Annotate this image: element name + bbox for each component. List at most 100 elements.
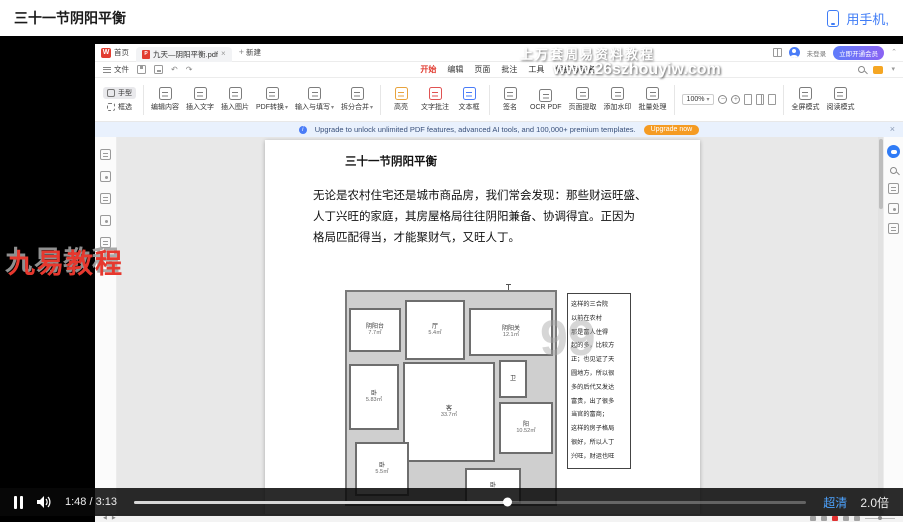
menu-tools[interactable]: 工具	[528, 64, 544, 75]
single-page-icon[interactable]	[744, 94, 752, 105]
text-comment-button[interactable]: 文字批注	[421, 87, 449, 112]
pause-button[interactable]	[14, 496, 23, 509]
app-logo-icon: W	[101, 48, 111, 58]
login-status-label[interactable]: 未登录	[807, 48, 827, 58]
attachments-icon[interactable]	[100, 215, 111, 226]
tab-close-icon[interactable]: ×	[221, 50, 226, 58]
view-mode-icon[interactable]	[810, 516, 816, 521]
textbox-button[interactable]: 文本框	[456, 87, 482, 112]
batch-process-icon	[646, 87, 659, 100]
fill-sign-icon	[308, 87, 321, 100]
split-merge-icon	[351, 87, 364, 100]
watch-on-phone[interactable]: 用手机,	[827, 9, 889, 28]
chevron-down-icon[interactable]: ▾	[891, 66, 895, 73]
view-mode-icon[interactable]	[821, 516, 827, 521]
highlight-icon	[395, 87, 408, 100]
batch-process-button[interactable]: 批量处理	[639, 87, 667, 112]
toolbar-divider	[783, 85, 784, 115]
zoom-level-select[interactable]: 100% ▾	[682, 94, 715, 105]
speed-button[interactable]: 2.0倍	[860, 494, 889, 511]
progress-handle[interactable]	[503, 498, 512, 507]
page-watermark: 99	[540, 309, 596, 367]
quality-button[interactable]: 超清	[823, 494, 847, 511]
prev-page-icon[interactable]: ◀	[103, 516, 107, 521]
text-comment-icon	[429, 87, 442, 100]
collapse-chevron-icon[interactable]: ⌃	[891, 49, 897, 56]
volume-icon[interactable]	[36, 495, 52, 509]
search-icon[interactable]	[858, 66, 865, 73]
hand-icon	[107, 89, 115, 97]
highlight-button[interactable]: 高亮	[388, 87, 414, 112]
insert-image-button[interactable]: 插入图片	[221, 87, 249, 112]
read-mode-button[interactable]: 阅读模式	[826, 87, 854, 112]
toolbar-divider	[380, 85, 381, 115]
view-mode-icon[interactable]	[843, 516, 849, 521]
view-mode-icon[interactable]	[854, 516, 860, 521]
banner-close-icon[interactable]: ×	[890, 124, 895, 134]
floorplan-image: 阴阳台 7.7㎡ 厅 5.4㎡ 阴阳关 12.1㎡ 卧	[345, 290, 557, 506]
vertical-scrollbar[interactable]	[878, 137, 883, 514]
toolbar-divider	[489, 85, 490, 115]
progress-fill	[134, 501, 507, 504]
menu-edit[interactable]: 编辑	[447, 64, 463, 75]
watermark-button[interactable]: 添加水印	[604, 87, 632, 112]
zoom-slider[interactable]	[865, 518, 895, 520]
record-icon[interactable]	[832, 516, 838, 521]
menu-home[interactable]: 开始	[420, 64, 436, 75]
player-controls: 1:48 / 3:13 超清 2.0倍	[0, 488, 903, 516]
home-button[interactable]: W 首页	[101, 47, 129, 58]
progress-bar[interactable]	[134, 501, 806, 504]
continuous-page-icon[interactable]	[768, 94, 776, 105]
video-player[interactable]: W 首页 P 九天—阴阳平衡.pdf × + 新建 未登录 立即开通会员 ⌃	[0, 36, 903, 522]
extract-pages-button[interactable]: 页面提取	[569, 87, 597, 112]
more-tools-icon[interactable]	[888, 223, 899, 234]
print-icon[interactable]	[154, 65, 163, 74]
upgrade-now-button[interactable]: Upgrade now	[644, 125, 700, 135]
document-canvas[interactable]: 三十一节阴阳平衡 无论是农村住宅还是城市商品房，我们常会发现：那些财运旺盛、 人…	[117, 137, 883, 514]
comments-icon[interactable]	[100, 193, 111, 204]
ocr-icon	[539, 89, 552, 102]
ocr-button[interactable]: OCR PDF	[530, 89, 562, 111]
pdf-file-icon: P	[142, 50, 150, 59]
user-avatar[interactable]	[789, 47, 800, 58]
two-page-icon[interactable]	[756, 94, 764, 105]
hamburger-icon	[103, 67, 111, 73]
insert-text-button[interactable]: 插入文字	[186, 87, 214, 112]
select-tool-button[interactable]: 框选	[103, 101, 136, 113]
file-menu-button[interactable]: 文件	[103, 64, 129, 75]
vip-upgrade-button[interactable]: 立即开通会员	[833, 46, 884, 60]
toolbar-divider	[143, 85, 144, 115]
fill-sign-button[interactable]: 输入与填写▾	[295, 87, 334, 112]
signature-button[interactable]: 签名	[497, 87, 523, 112]
pdf-convert-button[interactable]: PDF转换▾	[256, 87, 288, 112]
scrollbar-thumb[interactable]	[879, 139, 883, 209]
redo-icon[interactable]: ↷	[186, 66, 193, 74]
layout-grid-icon[interactable]	[773, 48, 782, 57]
ai-assistant-button[interactable]	[887, 145, 900, 158]
split-merge-button[interactable]: 拆分合并▾	[341, 87, 373, 112]
hand-tool-button[interactable]: 手型	[103, 87, 136, 99]
document-tab[interactable]: P 九天—阴阳平衡.pdf ×	[136, 47, 232, 62]
thumbnails-icon[interactable]	[100, 171, 111, 182]
member-badge-icon[interactable]	[873, 66, 883, 74]
zoom-out-icon[interactable]: −	[718, 95, 727, 104]
new-tab-button[interactable]: + 新建	[239, 47, 261, 58]
marquee-icon	[107, 103, 115, 111]
next-page-icon[interactable]: ▶	[112, 516, 116, 521]
fullscreen-mode-button[interactable]: 全屏模式	[791, 87, 819, 112]
menu-comment[interactable]: 批注	[501, 64, 517, 75]
pointer-mode-group: 手型 框选	[103, 87, 136, 113]
translate-icon[interactable]	[888, 203, 899, 214]
bookmarks-icon[interactable]	[100, 149, 111, 160]
edit-content-button[interactable]: 编辑内容	[151, 87, 179, 112]
save-icon[interactable]	[137, 65, 146, 74]
edit-content-icon	[159, 87, 172, 100]
recorded-screen: W 首页 P 九天—阴阳平衡.pdf × + 新建 未登录 立即开通会员 ⌃	[95, 44, 903, 522]
zoom-in-icon[interactable]: +	[731, 95, 740, 104]
find-icon[interactable]	[890, 167, 897, 174]
doc-paragraph: 无论是农村住宅还是城市商品房，我们常会发现：那些财运旺盛、 人丁兴旺的家庭，其房…	[313, 186, 653, 249]
menu-page[interactable]: 页面	[474, 64, 490, 75]
pdf-convert-icon	[266, 87, 279, 100]
properties-icon[interactable]	[888, 183, 899, 194]
undo-icon[interactable]: ↶	[171, 66, 178, 74]
